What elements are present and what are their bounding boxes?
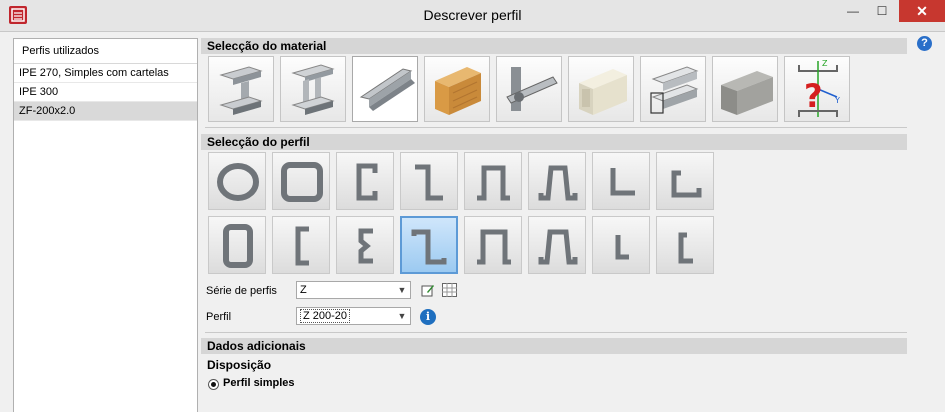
used-profiles-header: Perfis utilizados [14, 39, 197, 64]
angle-small-profile-icon[interactable] [592, 216, 650, 274]
profile-label: Perfil [206, 311, 232, 323]
c-small-lipped-profile-icon[interactable] [656, 216, 714, 274]
angle-lipped-profile-icon[interactable] [656, 152, 714, 210]
profile-list-item-selected[interactable]: ZF-200x2.0 [14, 102, 197, 121]
profile-list-item[interactable]: IPE 270, Simples com cartelas [14, 64, 197, 83]
window-title: Descrever perfil [423, 7, 522, 23]
single-profile-radio[interactable] [208, 379, 219, 390]
edit-icon[interactable] [421, 283, 435, 297]
square-tube-profile-icon[interactable] [272, 152, 330, 210]
z-lipped-profile-icon[interactable] [400, 216, 458, 274]
profile-value: Z 200-20 [300, 309, 351, 323]
generic-section-axes-icon[interactable]: Z Y? [784, 56, 850, 122]
additional-data-title: Dados adicionais [201, 338, 907, 354]
material-section-title: Selecção do material [201, 38, 907, 54]
series-label: Série de perfis [206, 285, 277, 297]
cold-formed-steel-z-profile-icon[interactable] [352, 56, 418, 122]
aluminium-profile-icon[interactable] [496, 56, 562, 122]
svg-text:?: ? [804, 77, 823, 115]
chevron-down-icon: ▼ [397, 285, 407, 295]
profile-list-item[interactable]: IPE 300 [14, 83, 197, 102]
info-icon[interactable]: i [420, 309, 436, 325]
series-select[interactable]: Z ▼ [296, 281, 411, 299]
series-value: Z [300, 284, 307, 296]
c-lipped-profile-icon[interactable] [336, 152, 394, 210]
angle-profile-icon[interactable] [592, 152, 650, 210]
table-icon[interactable] [442, 283, 457, 297]
aluminium-extrusion-icon[interactable] [640, 56, 706, 122]
separator [205, 127, 907, 128]
omega-wide-lipped-profile-icon[interactable] [528, 216, 586, 274]
built-up-steel-beam-icon[interactable] [280, 56, 346, 122]
single-profile-label[interactable]: Perfil simples [223, 377, 295, 389]
separator [205, 332, 907, 333]
help-icon[interactable]: ? [917, 36, 932, 51]
chevron-down-icon: ▼ [397, 311, 407, 321]
concrete-box-section-icon[interactable] [568, 56, 634, 122]
z-profile-icon[interactable] [400, 152, 458, 210]
wood-beam-icon[interactable] [424, 56, 490, 122]
hot-rolled-steel-i-beam-icon[interactable] [208, 56, 274, 122]
c-channel-profile-icon[interactable] [272, 216, 330, 274]
maximize-button[interactable]: ☐ [867, 0, 897, 22]
title-bar: Descrever perfil — ☐ ✕ [0, 0, 945, 32]
disposition-label: Disposição [207, 358, 272, 372]
close-button[interactable]: ✕ [899, 0, 945, 22]
rectangular-tube-profile-icon[interactable] [208, 216, 266, 274]
profile-select[interactable]: Z 200-20 ▼ [296, 307, 411, 325]
minimize-button[interactable]: — [838, 0, 868, 22]
omega-wide-profile-icon[interactable] [464, 216, 522, 274]
masonry-block-icon[interactable] [712, 56, 778, 122]
profile-section-title: Selecção do perfil [201, 134, 907, 150]
used-profiles-panel: Perfis utilizados IPE 270, Simples com c… [13, 38, 198, 412]
omega-profile-icon[interactable] [464, 152, 522, 210]
sigma-profile-icon[interactable] [336, 216, 394, 274]
svg-text:Y: Y [834, 96, 840, 105]
omega-lipped-profile-icon[interactable] [528, 152, 586, 210]
svg-text:Z: Z [822, 59, 828, 68]
circular-tube-profile-icon[interactable] [208, 152, 266, 210]
